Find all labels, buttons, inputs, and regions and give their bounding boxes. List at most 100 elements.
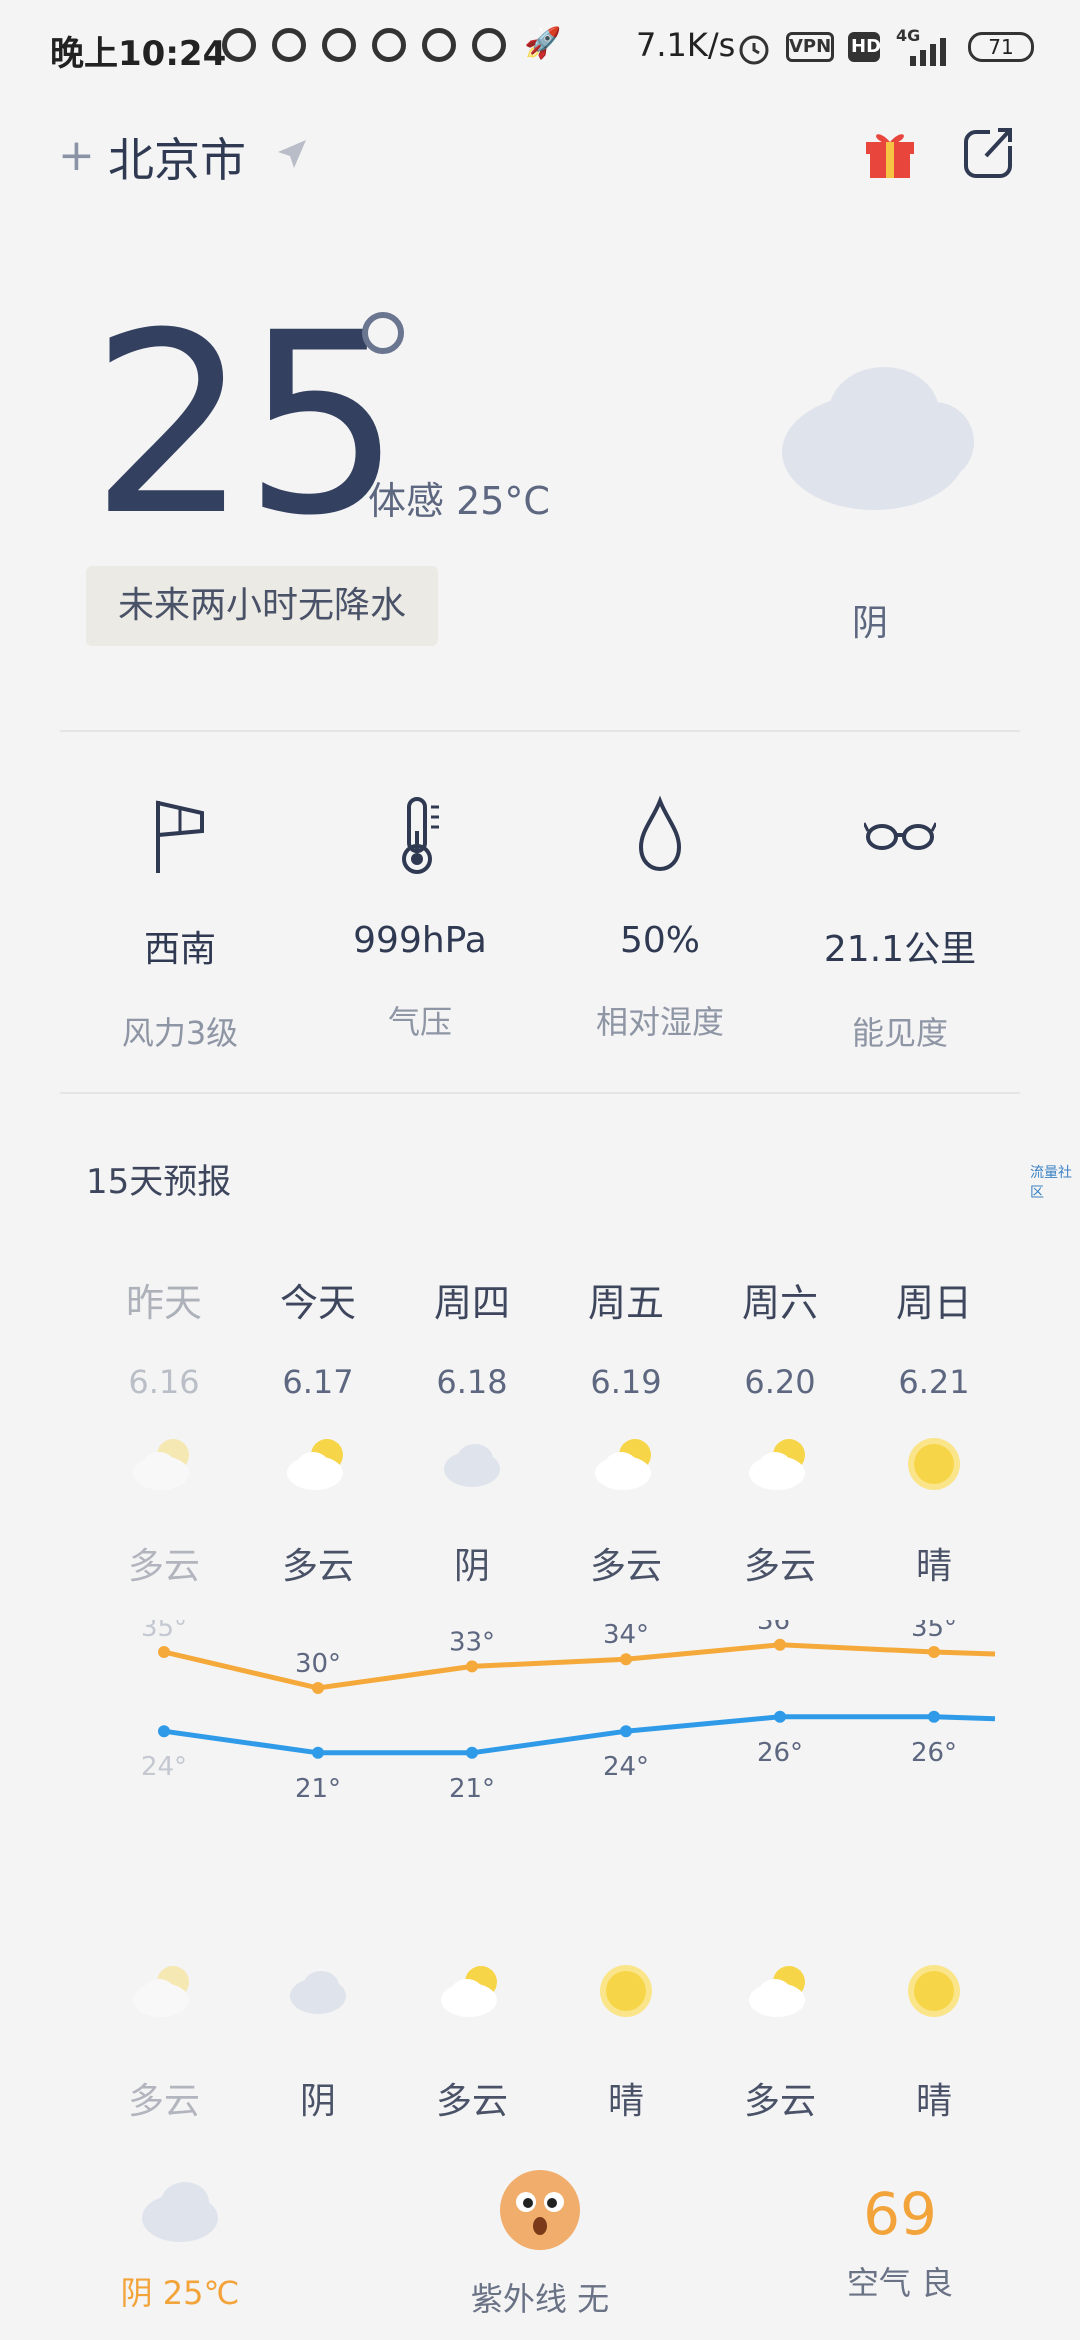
humidity-detail[interactable]: 50% 相对湿度	[540, 790, 780, 1043]
low-temp-line	[163, 1714, 996, 1756]
day-name: 周日	[895, 1281, 972, 1325]
visibility-detail[interactable]: 21.1公里 能见度	[780, 790, 1020, 1054]
forecast-night-column[interactable]: 多云	[395, 1956, 549, 2124]
uv-label: 紫外线 无	[470, 2280, 610, 2318]
pressure-value: 999hPa	[353, 920, 487, 961]
day-condition: 晴	[915, 1546, 952, 1587]
thermometer-icon	[402, 797, 439, 874]
forecast-night-column[interactable]: 晴	[549, 1956, 703, 2124]
degree-symbol	[362, 312, 404, 354]
high-temp-label: 35°	[911, 1620, 957, 1643]
day-condition: 多云	[127, 1546, 200, 1587]
air-quality[interactable]: 69 空气 良	[820, 2180, 980, 2304]
current-condition: 阴	[852, 603, 889, 644]
aqi-label: 空气 良	[846, 2264, 954, 2302]
divider	[60, 1092, 1020, 1094]
bottom-condition: 阴 25℃	[120, 2274, 240, 2312]
pressure-label: 气压	[387, 1003, 452, 1041]
battery-icon: 71	[968, 32, 1034, 62]
rain-forecast-badge[interactable]: 未来两小时无降水	[86, 566, 438, 646]
temperature-chart: 35° 24° 30° 21° 33° 21° 34° 24° 36° 26° 35° 26°	[141, 1620, 996, 1804]
day-name: 周六	[741, 1281, 818, 1325]
gift-icon[interactable]	[860, 124, 920, 180]
share-icon[interactable]	[962, 124, 1018, 180]
water-drop-icon	[638, 795, 682, 872]
qq-notification-icon	[422, 28, 456, 62]
wind-direction: 西南	[143, 929, 216, 970]
city-name[interactable]: 北京市	[108, 124, 246, 190]
low-temp-label: 24°	[141, 1752, 187, 1782]
night-condition: 阴	[299, 2081, 336, 2122]
partly-cloudy-icon	[133, 1966, 189, 2017]
wind-detail[interactable]: 西南 风力3级	[60, 790, 300, 1054]
low-temp-label: 21°	[295, 1774, 341, 1804]
day-date: 6.17	[282, 1363, 354, 1401]
day-date: 6.21	[898, 1363, 970, 1401]
glasses-icon	[864, 822, 936, 850]
high-temp-line-point	[774, 1638, 786, 1651]
feels-like: 体感 25°C	[368, 479, 550, 523]
forecast-title[interactable]: 15天预报	[86, 1154, 231, 1203]
uv-face-icon	[500, 2170, 580, 2250]
partly-cloudy-icon	[287, 1439, 343, 1490]
qq-notification-icon	[322, 28, 356, 62]
cloudy-icon	[782, 367, 974, 510]
rocket-icon: 🚀	[524, 26, 562, 61]
partly-cloudy-icon	[595, 1439, 651, 1490]
qq-notification-icon	[222, 28, 256, 62]
high-temp-line-point	[928, 1646, 940, 1658]
vpn-icon: VPN	[786, 32, 834, 62]
night-condition: 晴	[607, 2081, 644, 2122]
low-temp-line-point	[312, 1746, 324, 1759]
status-time: 晚上10:24	[50, 34, 227, 74]
forecast-night-column[interactable]: 多云	[87, 1956, 241, 2124]
low-temp-label: 26°	[757, 1738, 803, 1768]
forecast-day-column[interactable]: 今天 6.17 多云	[241, 1272, 395, 1589]
forecast-night-column[interactable]: 晴	[857, 1956, 1011, 2124]
high-temp-line-point	[158, 1646, 170, 1658]
forecast-day-column[interactable]: 周五 6.19 多云	[549, 1272, 703, 1589]
night-condition: 多云	[127, 2081, 200, 2122]
sunny-icon	[908, 1438, 960, 1490]
uv-index[interactable]: 紫外线 无	[440, 2166, 640, 2320]
night-condition: 晴	[915, 2081, 952, 2122]
day-name: 周四	[433, 1281, 510, 1325]
low-temp-line-point	[158, 1725, 170, 1738]
status-bar: 晚上10:24 🚀 7.1K/s VPN HD 4G 71	[0, 0, 1080, 96]
cloudy-icon	[444, 1444, 500, 1487]
forecast-night-column[interactable]: 多云	[703, 1956, 857, 2124]
forecast-night-column[interactable]: 阴	[241, 1956, 395, 2124]
humidity-value: 50%	[619, 920, 700, 961]
day-condition: 阴	[453, 1546, 490, 1587]
high-temp-label: 36°	[757, 1620, 803, 1636]
qq-notification-icon	[372, 28, 406, 62]
divider	[60, 730, 1020, 732]
partly-cloudy-icon	[133, 1439, 189, 1490]
partly-cloudy-icon	[749, 1439, 805, 1490]
aqi-value: 69	[863, 2180, 937, 2248]
forecast-day-column[interactable]: 周六 6.20 多云	[703, 1272, 857, 1589]
low-temp-label: 26°	[911, 1738, 957, 1768]
low-temp-line-point	[774, 1710, 786, 1723]
bottom-weather-summary[interactable]: 阴 25℃	[90, 2176, 270, 2314]
hd-icon: HD	[848, 32, 881, 62]
forecast-day-column[interactable]: 昨天 6.16 多云	[87, 1272, 241, 1589]
low-temp-line-point	[620, 1725, 632, 1738]
day-condition: 多云	[743, 1546, 816, 1587]
visibility-label: 能见度	[851, 1014, 948, 1052]
day-name: 今天	[279, 1281, 356, 1325]
high-temp-label: 35°	[141, 1620, 187, 1643]
visibility-value: 21.1公里	[823, 929, 977, 970]
wind-level: 风力3级	[121, 1014, 239, 1052]
sunny-icon	[600, 1965, 652, 2017]
day-date: 6.18	[436, 1363, 508, 1401]
sunny-icon	[908, 1965, 960, 2017]
day-date: 6.16	[128, 1363, 200, 1401]
forecast-day-column[interactable]: 周日 6.21 晴	[857, 1272, 1011, 1589]
add-city-icon[interactable]: +	[58, 130, 95, 181]
day-condition: 多云	[281, 1546, 354, 1587]
pressure-detail[interactable]: 999hPa 气压	[300, 790, 540, 1043]
forecast-day-column[interactable]: 周四 6.18 阴	[395, 1272, 549, 1589]
cloudy-icon	[290, 1971, 346, 2014]
signal-icon	[910, 38, 946, 66]
